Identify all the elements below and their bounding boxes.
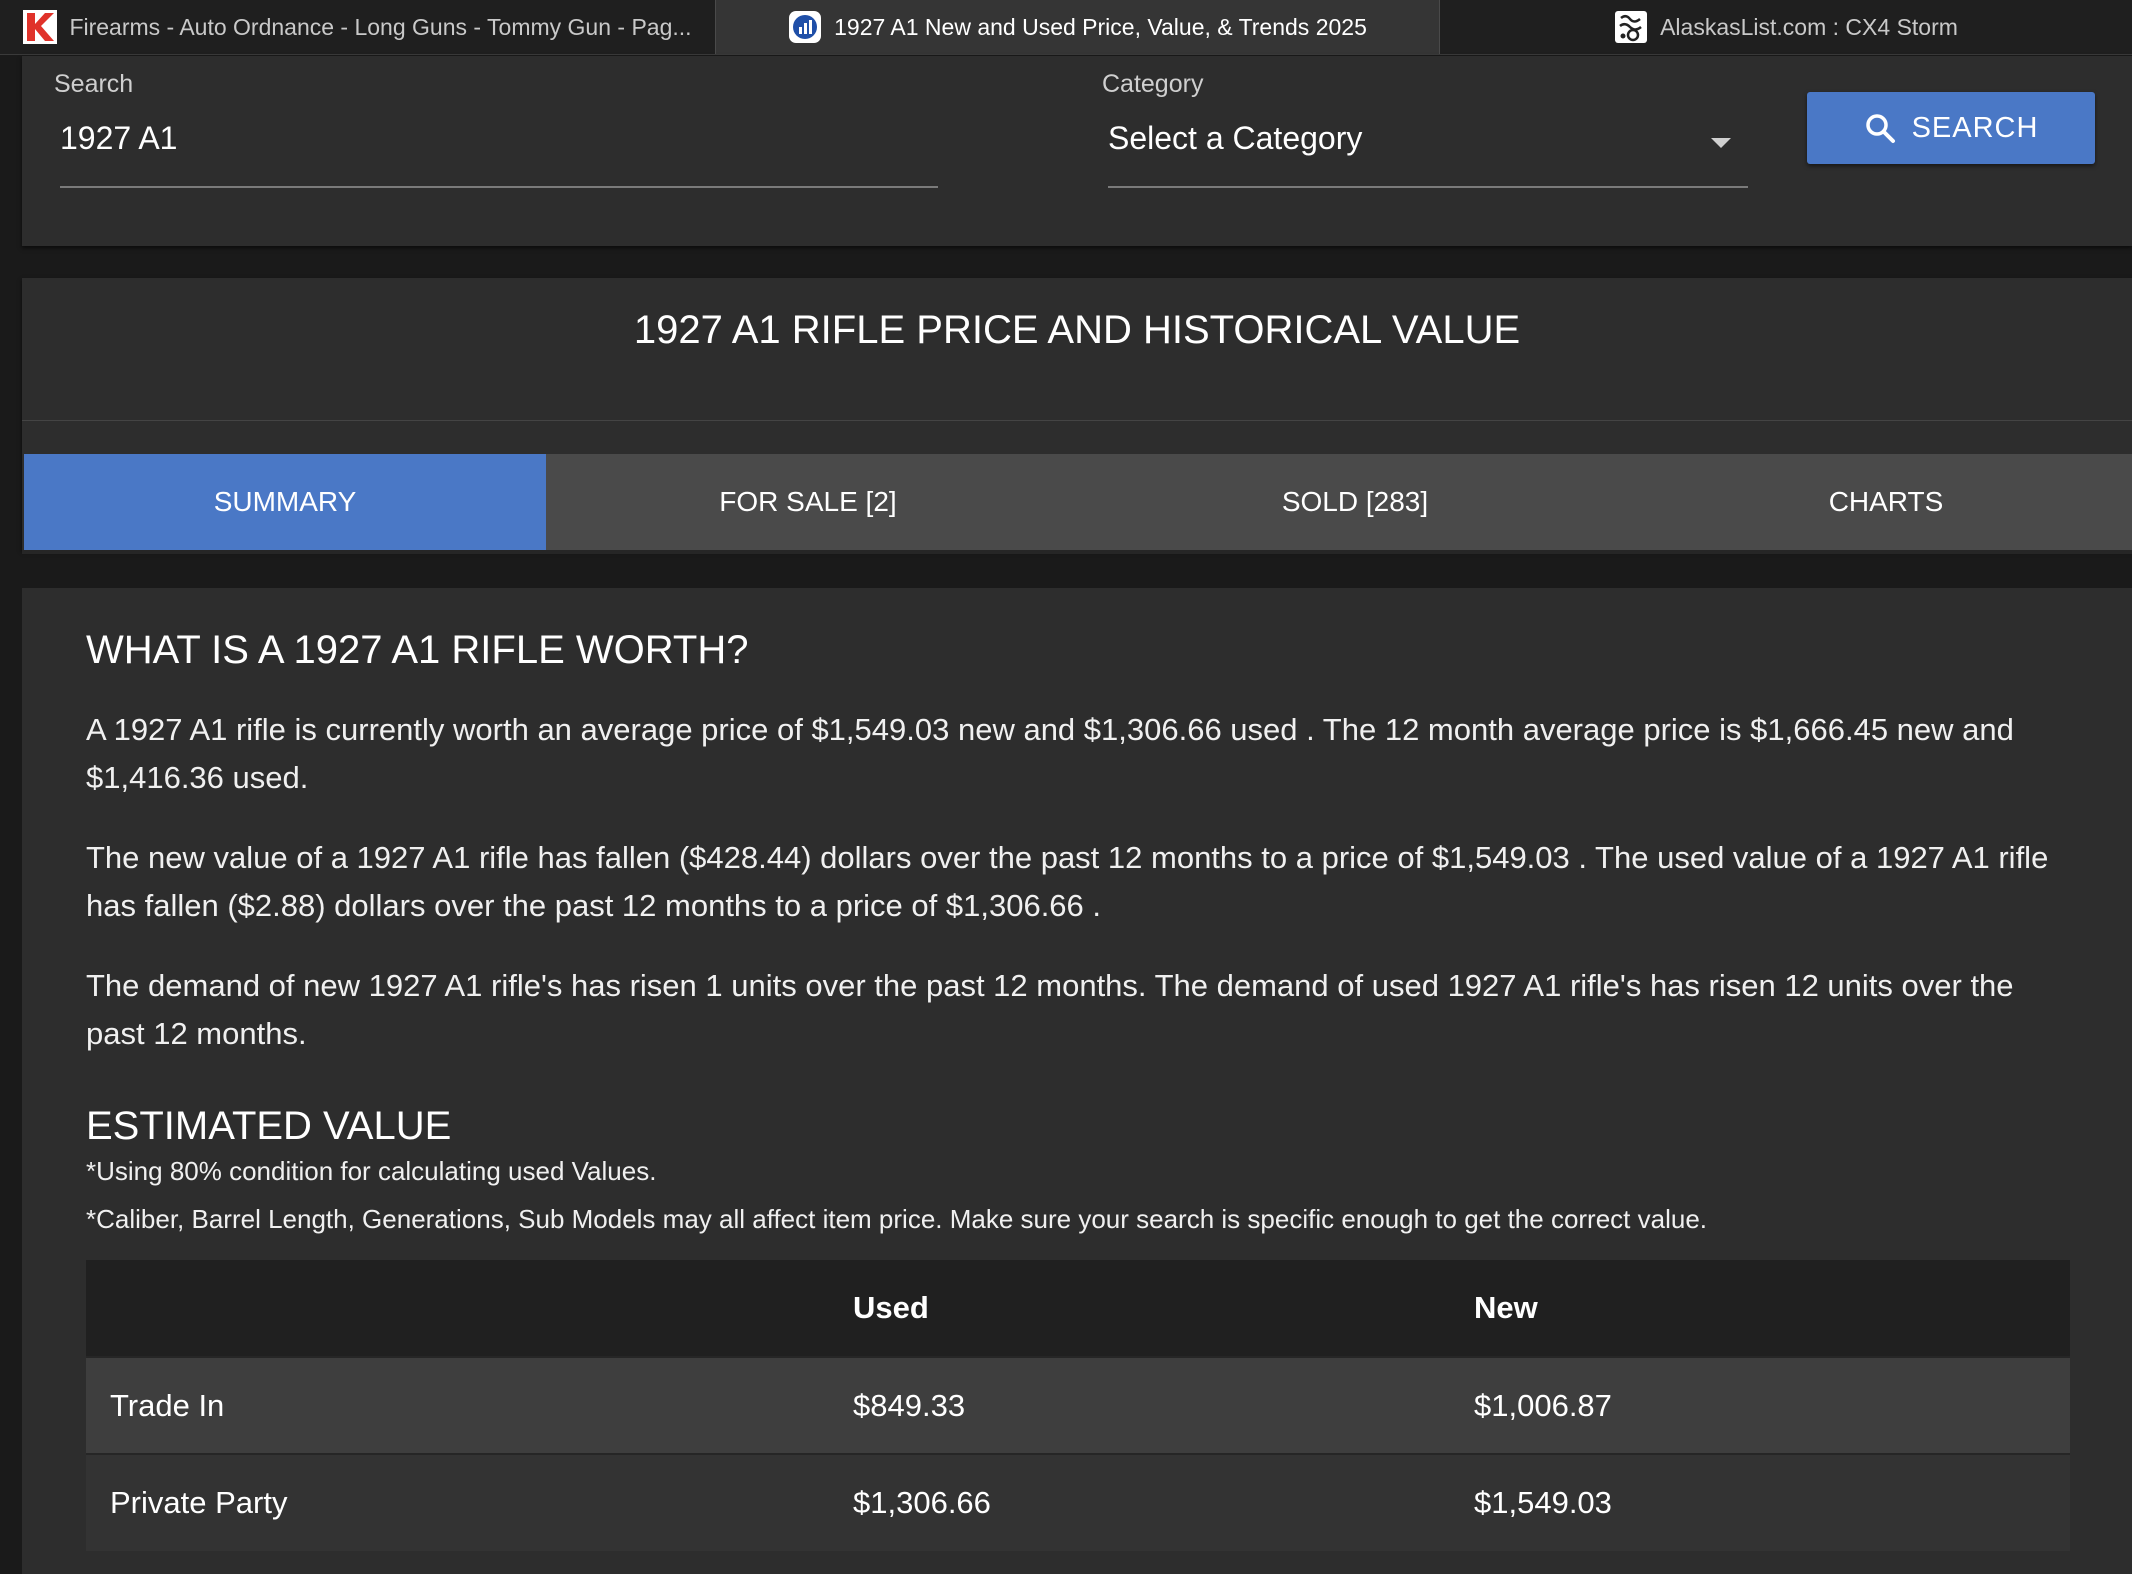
table-cell: Private Party (86, 1453, 829, 1551)
page-title: 1927 A1 RIFLE PRICE AND HISTORICAL VALUE (633, 308, 1521, 352)
bar-chart-icon (789, 11, 822, 43)
category-select[interactable]: Select a Category (1108, 120, 1748, 170)
title-panel: 1927 A1 RIFLE PRICE AND HISTORICAL VALUE… (22, 278, 2132, 550)
content-tabs: SUMMARY FOR SALE [2] SOLD [283] CHARTS (24, 454, 2132, 550)
tab-summary[interactable]: SUMMARY (24, 454, 546, 550)
trend-paragraph: The new value of a 1927 A1 rifle has fal… (86, 840, 2049, 923)
browser-tab-title: 1927 A1 New and Used Price, Value, & Tre… (834, 13, 1367, 40)
table-cell: Trade In (86, 1356, 829, 1454)
search-input-underline (60, 186, 938, 188)
table-header (86, 1260, 829, 1357)
search-label: Search (54, 70, 134, 98)
table-cell: $1,006.87 (1450, 1356, 2070, 1454)
browser-tab-title: AlaskasList.com : CX4 Storm (1660, 13, 1958, 40)
divider (22, 420, 2132, 421)
browser-tab-price-trends[interactable]: 1927 A1 New and Used Price, Value, & Tre… (715, 0, 1440, 54)
browser-tab-firearms[interactable]: Firearms - Auto Ordnance - Long Guns - T… (0, 0, 715, 54)
table-cell: $1,306.66 (829, 1453, 1450, 1551)
summary-panel: WHAT IS A 1927 A1 RIFLE WORTH? A 1927 A1… (22, 588, 2132, 1574)
table-header: New (1450, 1260, 2070, 1357)
table-row: Trade In $849.33 $1,006.87 (86, 1356, 2070, 1454)
search-panel: Search 1927 A1 Category Select a Categor… (22, 56, 2132, 246)
table-header: Used (829, 1260, 1450, 1357)
condition-note: *Using 80% condition for calculating use… (86, 1156, 657, 1186)
browser-tab-strip: Firearms - Auto Ordnance - Long Guns - T… (0, 0, 2132, 55)
k-logo-icon (23, 10, 58, 44)
browser-tab-title: Firearms - Auto Ordnance - Long Guns - T… (69, 13, 692, 40)
table-cell: $1,549.03 (1450, 1453, 2070, 1551)
alaskaslist-icon (1615, 11, 1648, 43)
tab-charts[interactable]: CHARTS (1640, 454, 2132, 550)
specificity-note: *Caliber, Barrel Length, Generations, Su… (86, 1204, 1708, 1234)
table-row: Private Party $1,306.66 $1,549.03 (86, 1453, 2070, 1551)
worth-heading: WHAT IS A 1927 A1 RIFLE WORTH? (86, 628, 749, 672)
tab-for-sale[interactable]: FOR SALE [2] (546, 454, 1070, 550)
summary-paragraph: A 1927 A1 rifle is currently worth an av… (86, 712, 2014, 795)
search-input[interactable]: 1927 A1 (60, 120, 960, 170)
search-button-label: SEARCH (1911, 111, 2039, 144)
chevron-down-icon[interactable] (1711, 138, 1731, 148)
category-select-underline (1108, 186, 1748, 188)
estimated-value-heading: ESTIMATED VALUE (86, 1104, 452, 1148)
table-header-row: Used New (86, 1260, 2070, 1357)
search-button[interactable]: SEARCH (1807, 92, 2095, 164)
tabs-shadow (22, 550, 2132, 554)
search-icon (1865, 114, 1895, 143)
table-cell: $849.33 (829, 1356, 1450, 1454)
estimated-value-table: Used New Trade In $849.33 $1,006.87 Priv… (86, 1260, 2070, 1551)
category-label: Category (1102, 70, 1204, 98)
tab-sold[interactable]: SOLD [283] (1070, 454, 1640, 550)
browser-tab-alaskaslist[interactable]: AlaskasList.com : CX4 Storm (1440, 0, 2132, 54)
demand-paragraph: The demand of new 1927 A1 rifle's has ri… (86, 968, 2014, 1051)
